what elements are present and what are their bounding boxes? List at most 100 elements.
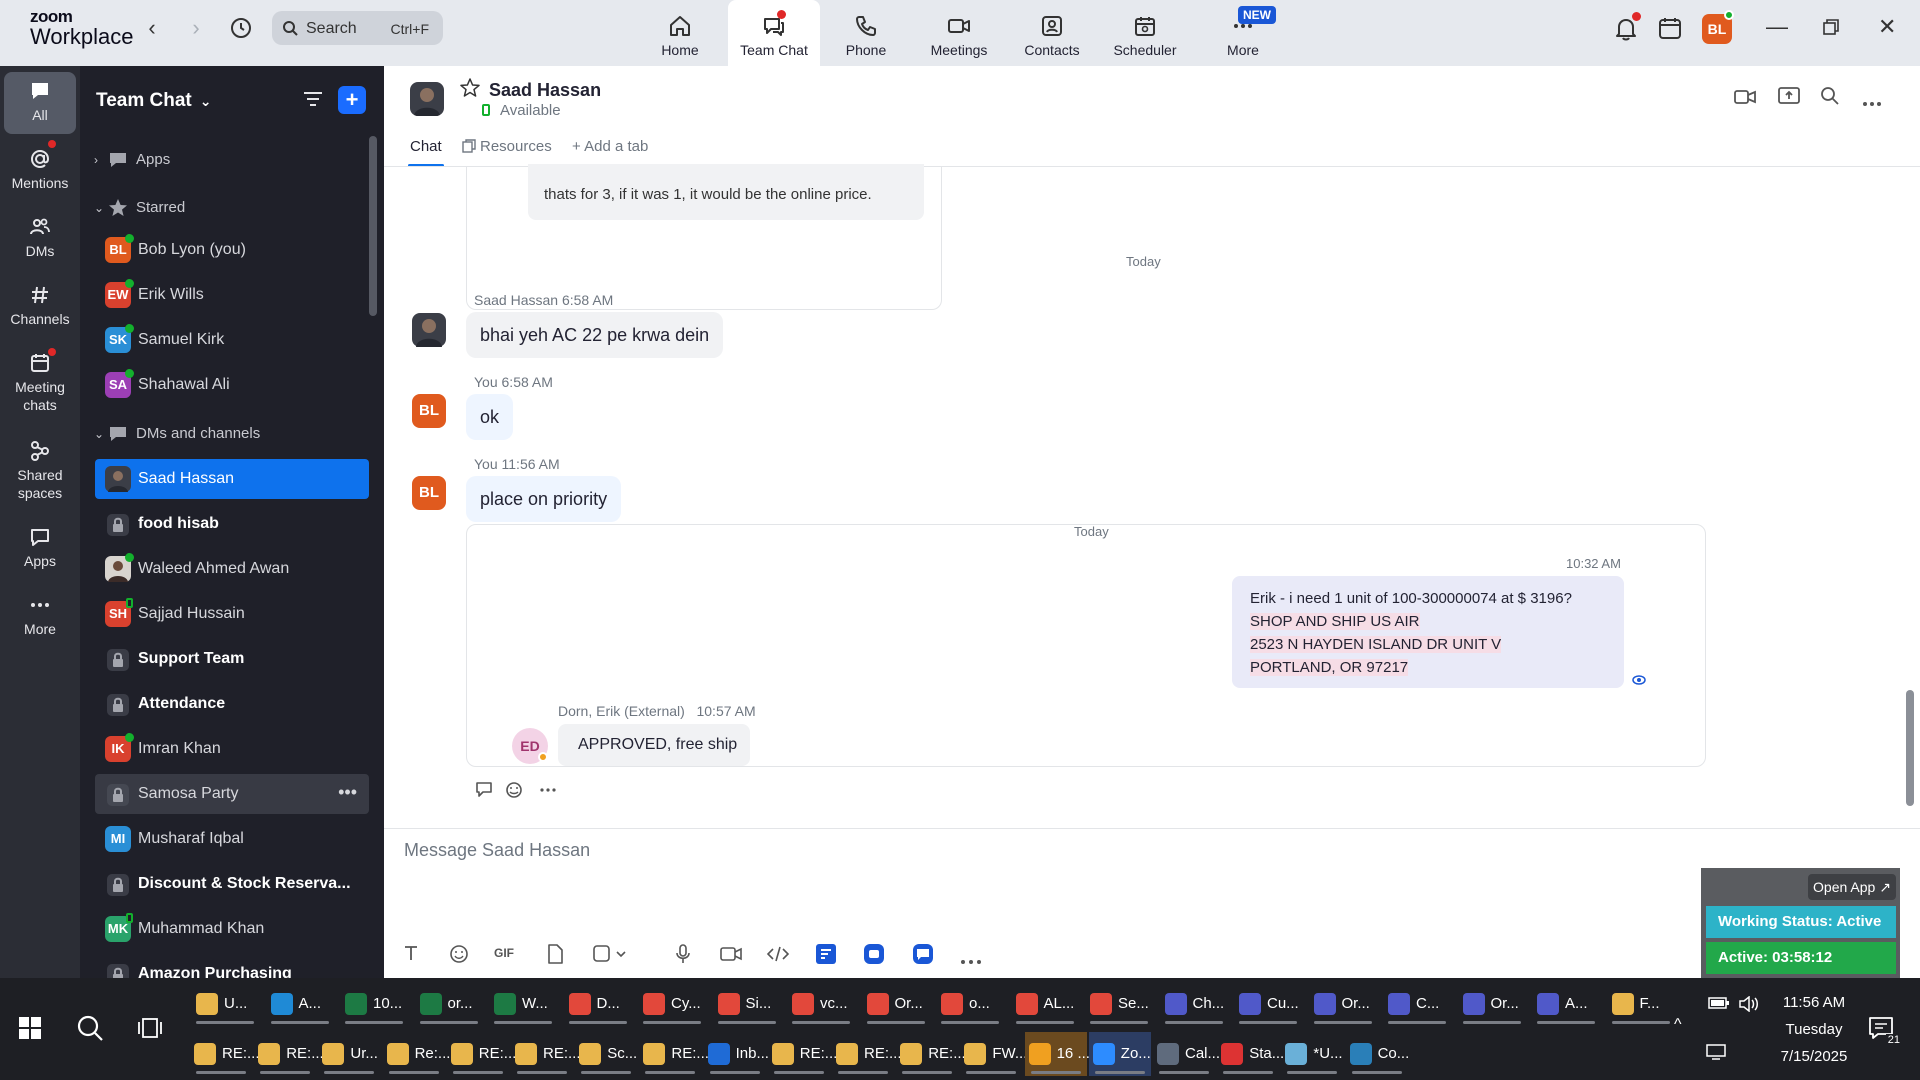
message-input[interactable]: Message Saad Hassan: [404, 840, 590, 861]
taskbar-app[interactable]: Co...: [1346, 1032, 1409, 1076]
rail-shared-spaces[interactable]: Shared spaces: [4, 440, 76, 516]
taskbar-app[interactable]: RE:...: [190, 1032, 260, 1076]
avatar[interactable]: BL: [412, 394, 446, 428]
section-starred[interactable]: ⌄ Starred: [94, 198, 185, 218]
minimize-icon[interactable]: —: [1766, 14, 1788, 40]
taskbar-app[interactable]: U...: [190, 982, 260, 1026]
calendar-app-icon[interactable]: [1658, 16, 1682, 45]
app-icon-2[interactable]: [864, 944, 884, 969]
taskbar-app[interactable]: Cu...: [1233, 982, 1303, 1026]
filter-icon[interactable]: [302, 88, 324, 115]
taskbar-app[interactable]: vc...: [786, 982, 856, 1026]
sidebar-item-support-team[interactable]: Support Team: [95, 639, 369, 679]
system-clock[interactable]: 11:56 AM Tuesday 7/15/2025: [1764, 989, 1864, 1070]
taskbar-app[interactable]: RE:...: [447, 1032, 516, 1076]
sidebar-item-musharaf-iqbal[interactable]: MI Musharaf Iqbal: [95, 819, 369, 859]
sidebar-item-erik-wills[interactable]: EW Erik Wills: [95, 275, 369, 315]
search-icon[interactable]: [76, 1014, 104, 1047]
search-box[interactable]: Search Ctrl+F: [272, 11, 443, 45]
history-icon[interactable]: [228, 15, 254, 41]
search-icon[interactable]: [1820, 86, 1840, 111]
star-icon[interactable]: [460, 78, 480, 103]
sidebar-item-shahawal-ali[interactable]: SA Shahawal Ali: [95, 365, 369, 405]
nav-scheduler[interactable]: Scheduler: [1099, 0, 1191, 66]
taskbar-app[interactable]: Inb...: [704, 1032, 769, 1076]
app-icon-3[interactable]: [913, 944, 933, 969]
rail-meeting-chats[interactable]: Meeting chats: [4, 352, 76, 428]
taskbar-app[interactable]: A...: [265, 982, 335, 1026]
taskbar-app[interactable]: Si...: [712, 982, 782, 1026]
taskbar-app[interactable]: 10...: [339, 982, 409, 1026]
nav-phone[interactable]: Phone: [820, 0, 912, 66]
taskbar-app[interactable]: C...: [1382, 982, 1452, 1026]
taskbar-app[interactable]: Or...: [1457, 982, 1527, 1026]
video-call-icon[interactable]: [1734, 88, 1756, 111]
taskbar-app[interactable]: Sta...: [1217, 1032, 1284, 1076]
code-icon[interactable]: [766, 944, 790, 969]
message-bubble[interactable]: bhai yeh AC 22 pe krwa dein: [466, 312, 724, 358]
sidebar-item-sajjad-hussain[interactable]: SH Sajjad Hussain: [95, 594, 369, 634]
sidebar-item-bob-lyon[interactable]: BL Bob Lyon (you): [95, 230, 369, 270]
taskbar-app[interactable]: RE:...: [254, 1032, 324, 1076]
avatar[interactable]: BL: [412, 476, 446, 510]
contact-name[interactable]: Saad Hassan: [489, 80, 601, 101]
rail-dms[interactable]: DMs: [4, 216, 76, 272]
emoji-icon[interactable]: [449, 944, 469, 969]
nav-team-chat[interactable]: Team Chat: [728, 0, 820, 66]
rail-channels[interactable]: Channels: [4, 284, 76, 340]
taskbar-app[interactable]: o...: [935, 982, 1005, 1026]
taskbar-app[interactable]: RE:...: [832, 1032, 902, 1076]
sidebar-scrollbar[interactable]: [369, 136, 377, 316]
more-tools-icon[interactable]: [960, 952, 982, 970]
taskbar-app[interactable]: A...: [1531, 982, 1601, 1026]
forward-arrow-icon[interactable]: ›: [184, 16, 208, 40]
sidebar-item-food-hisab[interactable]: food hisab: [95, 504, 369, 544]
close-icon[interactable]: ✕: [1878, 14, 1896, 40]
nav-meetings[interactable]: Meetings: [913, 0, 1005, 66]
rail-all[interactable]: All: [4, 72, 76, 134]
tab-add-a-tab[interactable]: + Add a tab: [572, 138, 648, 155]
nav-contacts[interactable]: Contacts: [1006, 0, 1098, 66]
rail-mentions[interactable]: Mentions: [4, 148, 76, 204]
share-screen-icon[interactable]: [1778, 86, 1800, 111]
taskbar-app[interactable]: Zo...: [1088, 1032, 1151, 1076]
taskbar-app[interactable]: D...: [563, 982, 633, 1026]
taskbar-app[interactable]: AL...: [1010, 982, 1080, 1026]
tab-chat[interactable]: Chat: [408, 138, 444, 167]
sidebar-item-saad-hassan[interactable]: Saad Hassan: [95, 459, 369, 499]
taskbar-app[interactable]: RE:...: [896, 1032, 966, 1076]
taskbar-app[interactable]: F...: [1606, 982, 1676, 1026]
taskbar-app[interactable]: Or...: [1308, 982, 1378, 1026]
taskbar-app[interactable]: Re:...: [383, 1032, 450, 1076]
app-icon-1[interactable]: [816, 944, 836, 969]
tab-resources[interactable]: Resources: [462, 138, 552, 155]
taskbar-app[interactable]: RE:...: [639, 1032, 709, 1076]
sidebar-item-samuel-kirk[interactable]: SK Samuel Kirk: [95, 320, 369, 360]
message-bubble[interactable]: place on priority: [466, 476, 622, 522]
sidebar-item-muhammad-khan[interactable]: MK Muhammad Khan: [95, 909, 369, 949]
sidebar-item-waleed-ahmed-awan[interactable]: Waleed Ahmed Awan: [95, 549, 369, 589]
reply-bubble[interactable]: APPROVED, free ship: [558, 724, 750, 766]
screenshot-icon[interactable]: [592, 944, 626, 969]
battery-icon[interactable]: [1708, 996, 1730, 1015]
contact-avatar[interactable]: [410, 82, 444, 116]
task-view-icon[interactable]: [138, 1016, 162, 1045]
more-options-icon[interactable]: [1862, 94, 1882, 112]
chat-scrollbar[interactable]: [1906, 690, 1914, 806]
network-icon[interactable]: [1706, 1044, 1728, 1065]
taskbar-app[interactable]: 16 ...: [1024, 1032, 1090, 1076]
windows-start-icon[interactable]: [18, 1016, 42, 1045]
microphone-icon[interactable]: [674, 944, 692, 969]
sidebar-item-amazon-purchasing[interactable]: Amazon Purchasing: [95, 954, 369, 978]
gif-icon[interactable]: GIF: [494, 946, 514, 960]
taskbar-app[interactable]: *U...: [1281, 1032, 1343, 1076]
taskbar-app[interactable]: Or...: [861, 982, 931, 1026]
section-dms[interactable]: ⌄ DMs and channels: [94, 424, 260, 444]
message-bubble[interactable]: ok: [466, 394, 514, 440]
ellipsis-icon[interactable]: •••: [338, 782, 357, 803]
nav-home[interactable]: Home: [634, 0, 726, 66]
sidebar-item-attendance[interactable]: Attendance: [95, 684, 369, 724]
taskbar-app[interactable]: Ch...: [1159, 982, 1229, 1026]
taskbar-app[interactable]: Cy...: [637, 982, 707, 1026]
notification-center-icon[interactable]: 21: [1868, 1016, 1902, 1046]
